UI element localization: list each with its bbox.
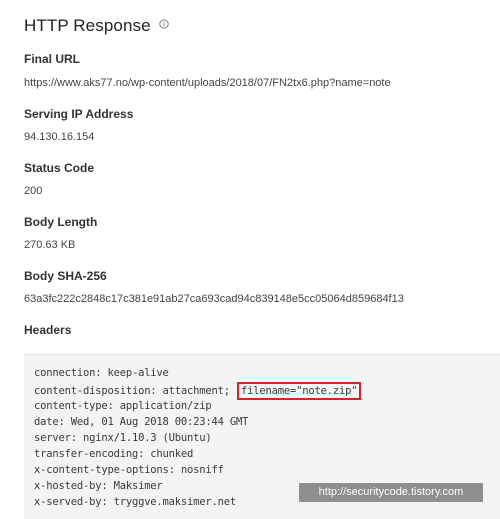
content-disposition-prefix: content-disposition: attachment; — [34, 385, 237, 397]
title-row: HTTP Response — [24, 16, 169, 36]
status-code-value: 200 — [24, 185, 43, 197]
final-url-label: Final URL — [24, 52, 80, 66]
header-line-content-type: content-type: application/zip — [34, 400, 212, 412]
body-length-label: Body Length — [24, 215, 98, 229]
header-line-date: date: Wed, 01 Aug 2018 00:23:44 GMT — [34, 416, 249, 428]
header-line-server: server: nginx/1.10.3 (Ubuntu) — [34, 432, 212, 444]
headers-label: Headers — [24, 323, 72, 337]
header-line-content-disposition: content-disposition: attachment; filenam… — [34, 382, 362, 400]
info-circle-icon[interactable] — [159, 19, 169, 29]
header-line-x-hosted-by: x-hosted-by: Maksimer — [34, 480, 163, 492]
serving-ip-label: Serving IP Address — [24, 107, 134, 121]
final-url-value: https://www.aks77.no/wp-content/uploads/… — [24, 77, 391, 89]
http-response-panel: HTTP Response Final URL https://www.aks7… — [0, 0, 500, 519]
watermark-label: http://securitycode.tistory.com — [299, 483, 483, 502]
header-line-x-served-by: x-served-by: tryggve.maksimer.net — [34, 496, 237, 508]
page-title: HTTP Response — [24, 16, 151, 35]
serving-ip-value: 94.130.16.154 — [24, 131, 95, 143]
body-sha256-label: Body SHA-256 — [24, 269, 107, 283]
header-line-connection: connection: keep-alive — [34, 367, 169, 379]
header-line-x-content-type-options: x-content-type-options: nosniff — [34, 464, 224, 476]
body-length-value: 270.63 KB — [24, 239, 76, 251]
status-code-label: Status Code — [24, 161, 95, 175]
highlighted-filename: filename="note.zip" — [237, 382, 362, 400]
body-sha256-value: 63a3fc222c2848c17c381e91ab27ca693cad94c8… — [24, 293, 404, 305]
header-line-transfer-encoding: transfer-encoding: chunked — [34, 448, 194, 460]
